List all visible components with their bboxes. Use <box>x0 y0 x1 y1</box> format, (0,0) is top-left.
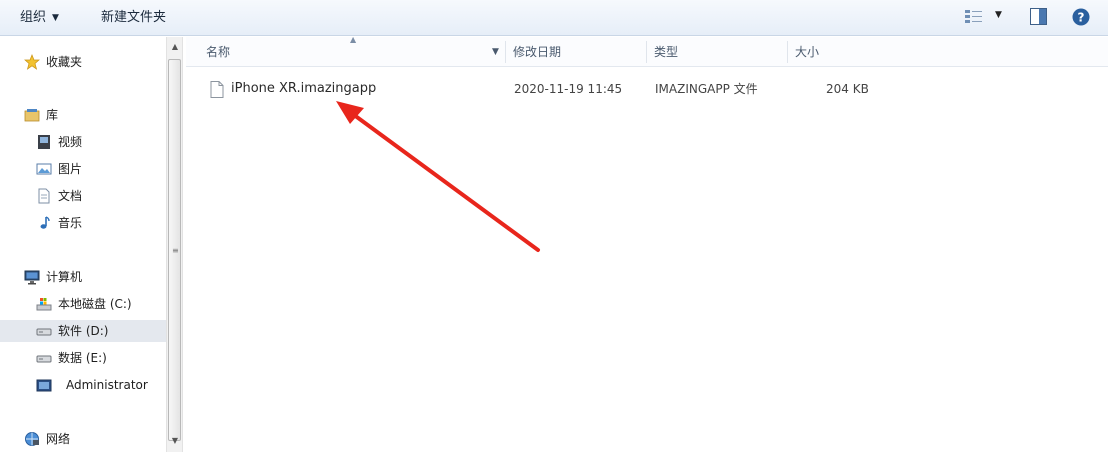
document-icon <box>38 188 50 204</box>
file-type: IMAZINGAPP 文件 <box>655 82 758 96</box>
nav-label: 计算机 <box>46 270 83 284</box>
nav-drive-d[interactable]: 软件 (D:) <box>0 320 166 342</box>
scroll-down-icon[interactable]: ▼ <box>167 433 183 449</box>
drive-icon <box>36 328 52 336</box>
nav-label: 数据 (E:) <box>58 351 107 365</box>
drive-icon <box>36 355 52 363</box>
music-icon <box>40 216 50 229</box>
column-divider[interactable] <box>787 41 788 63</box>
command-bar: 组织 ▼ 新建文件夹 ▼ ? <box>0 0 1108 36</box>
preview-pane-icon[interactable] <box>1030 8 1047 25</box>
nav-label: 文档 <box>58 189 83 203</box>
nav-label: 软件 (D:) <box>58 324 109 338</box>
scroll-thumb[interactable]: ≡ <box>168 59 181 441</box>
column-filter-icon[interactable]: ▼ <box>492 48 499 57</box>
nav-label: 视频 <box>58 135 83 149</box>
system-drive-icon <box>36 298 52 311</box>
nav-label: 网络 <box>46 432 71 446</box>
star-icon <box>24 54 40 70</box>
video-icon <box>38 135 50 149</box>
organize-label: 组织 <box>20 10 47 25</box>
file-size: 204 KB <box>826 82 869 96</box>
column-divider[interactable] <box>646 41 647 63</box>
nav-scrollbar[interactable]: ▲ ≡ ▼ <box>166 37 183 452</box>
organize-button[interactable]: 组织 ▼ <box>20 9 59 27</box>
svg-text:?: ? <box>1078 11 1085 25</box>
column-date[interactable]: 修改日期 <box>513 37 561 67</box>
user-folder-icon <box>36 379 52 392</box>
sort-ascending-icon: ▲ <box>350 35 357 44</box>
navigation-pane: 收藏夹 库 视频 图片 文档 音乐 计算机 本地磁盘 (C:) 软件 (D:) … <box>0 37 166 452</box>
network-icon <box>25 432 39 446</box>
annotation-arrow-icon <box>336 101 540 252</box>
grip-icon: ≡ <box>172 246 179 255</box>
nav-label: 音乐 <box>58 216 83 230</box>
nav-label: 图片 <box>58 162 83 176</box>
scroll-up-icon[interactable]: ▲ <box>167 39 183 55</box>
column-name[interactable]: 名称 <box>206 37 230 67</box>
nav-label: 库 <box>46 108 59 122</box>
library-icon <box>24 109 40 122</box>
nav-label: Administrator <box>66 378 148 392</box>
column-divider[interactable] <box>505 41 506 63</box>
view-options-icon[interactable] <box>964 8 984 24</box>
computer-icon <box>24 270 40 285</box>
new-folder-button[interactable]: 新建文件夹 <box>101 9 166 27</box>
picture-icon <box>36 163 52 175</box>
nav-label: 本地磁盘 (C:) <box>58 297 132 311</box>
column-size[interactable]: 大小 <box>795 37 819 67</box>
chevron-down-icon: ▼ <box>52 13 59 23</box>
nav-label: 收藏夹 <box>46 55 83 69</box>
file-icon <box>210 81 224 98</box>
help-icon[interactable]: ? <box>1072 8 1090 26</box>
column-header: ▲ 名称 ▼ 修改日期 类型 大小 <box>186 35 1108 67</box>
view-dropdown-icon[interactable]: ▼ <box>995 10 1002 20</box>
column-type[interactable]: 类型 <box>654 37 678 67</box>
